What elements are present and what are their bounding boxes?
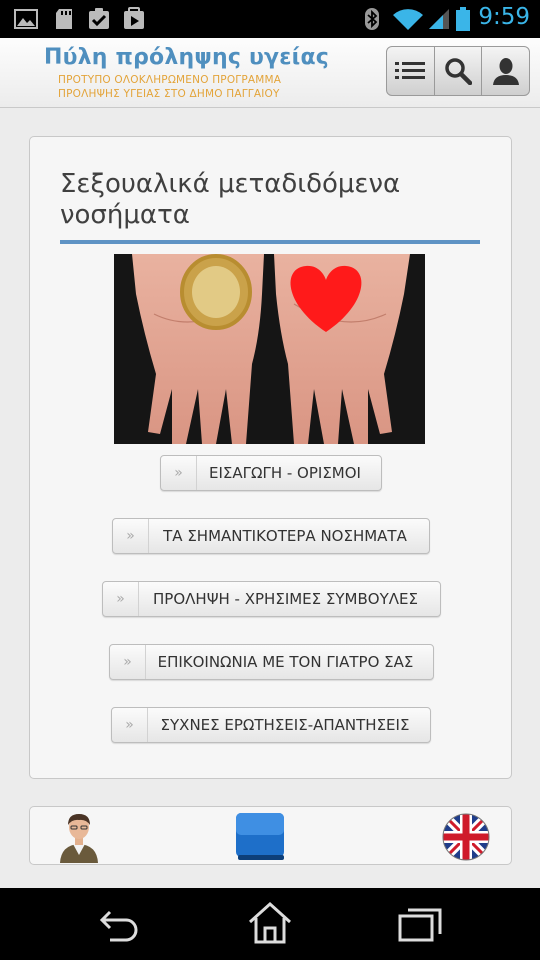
- contact-doctor-button[interactable]: » ΕΠΙΚΟΙΝΩΝΙΑ ΜΕ ΤΟΝ ΓΙΑΤΡΟ ΣΑΣ: [109, 644, 434, 680]
- header-button-group: [386, 46, 530, 96]
- menu-button[interactable]: [387, 47, 435, 95]
- checkbox-icon: [89, 8, 109, 29]
- status-bar: 9:59: [0, 0, 540, 38]
- user-button[interactable]: [482, 47, 529, 95]
- hands-condom-heart-photo: [114, 254, 425, 444]
- double-chevron-icon: »: [161, 456, 197, 490]
- button-label: ΕΠΙΚΟΙΝΩΝΙΑ ΜΕ ΤΟΝ ΓΙΑΤΡΟ ΣΑΣ: [157, 653, 414, 671]
- sd-card-icon: [56, 9, 72, 29]
- double-chevron-icon: »: [103, 582, 139, 616]
- brand-title: Πύλη πρόληψης υγείας: [44, 45, 330, 70]
- recent-apps-icon[interactable]: [396, 904, 444, 944]
- faq-button[interactable]: » ΣΥΧΝΕΣ ΕΡΩΤΗΣΕΙΣ-ΑΠΑΝΤΗΣΕΙΣ: [111, 707, 431, 743]
- bluetooth-icon: [365, 8, 379, 30]
- brand-subtitle-line1: ΠΡΟΤΥΠΟ ΟΛΟΚΛΗΡΩΜΕΝΟ ΠΡΟΓΡΑΜΜΑ: [58, 74, 282, 86]
- double-chevron-icon: »: [112, 708, 148, 742]
- search-icon: [445, 58, 472, 85]
- clock: 9:59: [478, 4, 530, 30]
- doctor-avatar-icon[interactable]: [56, 811, 102, 863]
- wifi-icon: [393, 9, 423, 31]
- page-title: Σεξουαλικά μεταδιδόμενα νοσήματα: [60, 169, 401, 230]
- double-chevron-icon: »: [110, 645, 146, 679]
- back-icon[interactable]: [96, 904, 144, 944]
- home-icon[interactable]: [246, 900, 294, 946]
- prevention-tips-button[interactable]: » ΠΡΟΛΗΨΗ - ΧΡΗΣΙΜΕΣ ΣΥΜΒΟΥΛΕΣ: [102, 581, 441, 617]
- brand-subtitle-line2: ΠΡΟΛΗΨΗΣ ΥΓΕΙΑΣ ΣΤΟ ΔΗΜΟ ΠΑΓΓΑΙΟΥ: [58, 88, 280, 100]
- button-label: ΠΡΟΛΗΨΗ - ΧΡΗΣΙΜΕΣ ΣΥΜΒΟΥΛΕΣ: [153, 590, 418, 608]
- double-chevron-icon: »: [113, 519, 149, 553]
- play-store-icon: [124, 7, 144, 29]
- intro-definitions-button[interactable]: » ΕΙΣΑΓΩΓΗ - ΟΡΙΣΜΟΙ: [160, 455, 382, 491]
- button-label: ΣΥΧΝΕΣ ΕΡΩΤΗΣΕΙΣ-ΑΠΑΝΤΗΣΕΙΣ: [160, 716, 410, 734]
- user-icon: [492, 58, 519, 85]
- battery-icon: [456, 7, 470, 31]
- gallery-icon: [14, 9, 38, 29]
- book-icon[interactable]: [234, 811, 286, 861]
- button-label: ΕΙΣΑΓΩΓΗ - ΟΡΙΣΜΟΙ: [209, 464, 361, 482]
- signal-icon: [429, 9, 449, 29]
- search-button[interactable]: [435, 47, 483, 95]
- main-diseases-button[interactable]: » ΤΑ ΣΗΜΑΝΤΙΚΟΤΕΡΑ ΝΟΣΗΜΑΤΑ: [112, 518, 430, 554]
- system-nav-bar: [0, 888, 540, 960]
- footer-bar: [29, 806, 512, 865]
- app-header: Πύλη πρόληψης υγείας ΠΡΟΤΥΠΟ ΟΛΟΚΛΗΡΩΜΕΝ…: [0, 38, 540, 108]
- content-card: Σεξουαλικά μεταδιδόμενα νοσήματα » ΕΙΣΑΓ…: [29, 136, 512, 779]
- menu-icon: [395, 62, 426, 79]
- uk-flag-icon[interactable]: [442, 813, 490, 861]
- button-label: ΤΑ ΣΗΜΑΝΤΙΚΟΤΕΡΑ ΝΟΣΗΜΑΤΑ: [163, 527, 407, 545]
- title-divider: [60, 240, 480, 244]
